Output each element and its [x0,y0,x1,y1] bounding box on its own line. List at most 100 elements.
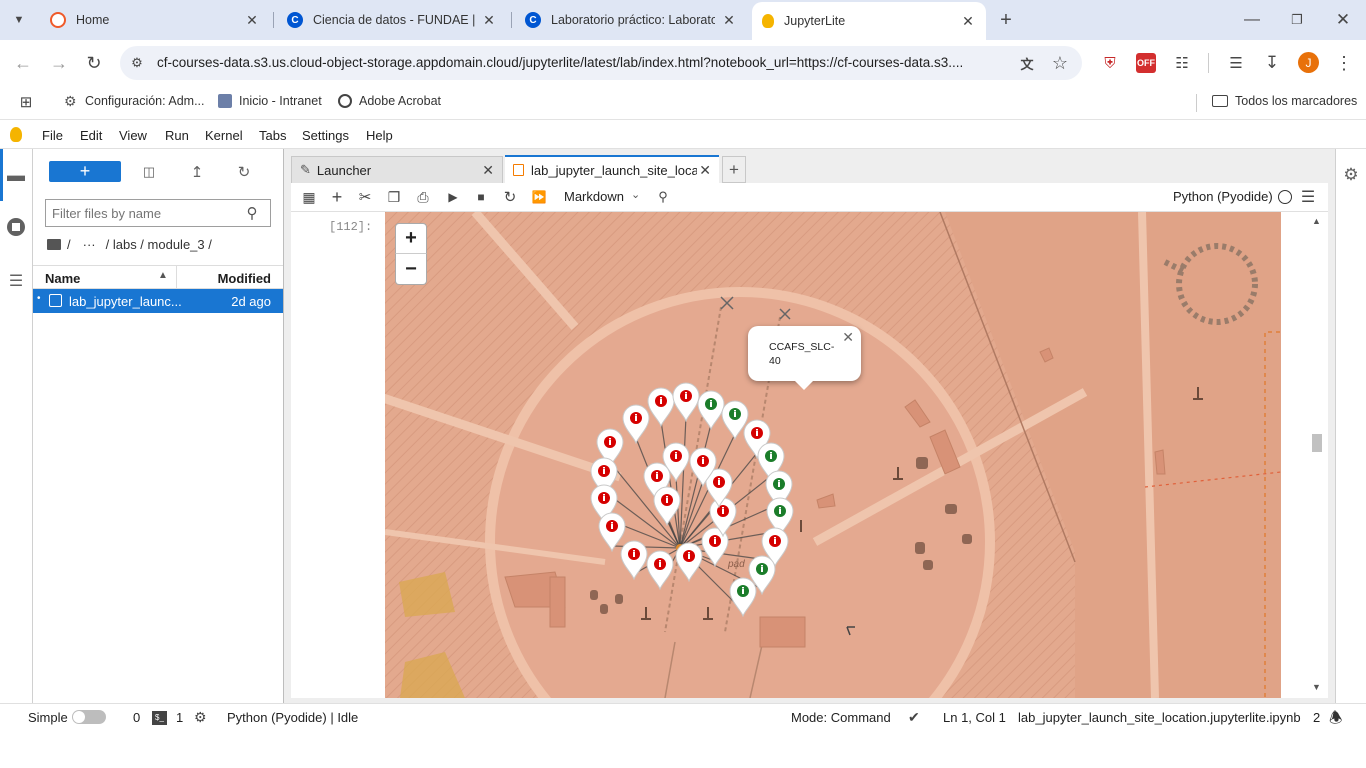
menu-settings[interactable]: Settings [302,128,349,143]
chrome-menu-icon[interactable]: ⋮ [1334,53,1354,73]
folium-map[interactable]: pad + − ✕ CCAFS_SLC-40 [385,212,1281,698]
zoom-out-button[interactable]: − [395,254,427,285]
all-bookmarks[interactable]: Todos los marcadores [1212,94,1357,108]
close-icon[interactable]: ✕ [244,12,260,29]
run-all-icon[interactable]: ⏩ [531,188,547,206]
cut-icon[interactable]: ✂ [357,188,373,206]
copy-icon[interactable]: ❐ [386,188,402,206]
table-of-contents-icon[interactable]: ☰ [6,271,26,291]
window-close-icon[interactable]: ✕ [1333,10,1353,30]
menu-tabs[interactable]: Tabs [259,128,286,143]
browser-tab-fundae[interactable]: C Ciencia de datos - FUNDAE | Co ✕ [277,6,507,34]
breadcrumb: / ··· / labs / module_3 / [47,237,212,252]
failure-marker[interactable] [645,550,675,591]
breadcrumb-ellipsis[interactable]: ··· [83,237,96,252]
tab-launcher[interactable]: ✎ Launcher ✕ [291,156,503,183]
terminal-icon[interactable]: $_ [152,711,167,725]
success-marker[interactable] [728,577,758,618]
scroll-down-icon[interactable]: ▼ [1312,682,1321,692]
menu-kernel[interactable]: Kernel [205,128,243,143]
failure-marker[interactable] [652,486,682,527]
close-icon[interactable]: ✕ [481,12,497,29]
refresh-icon[interactable]: ↻ [235,163,253,181]
cursor-position[interactable]: Ln 1, Col 1 [943,710,1006,725]
scroll-thumb[interactable] [1312,434,1322,452]
site-info-icon[interactable]: ⚙ [128,54,146,72]
new-launcher-button[interactable]: + [49,161,121,182]
filter-files-field[interactable] [52,201,237,225]
off-extension-icon[interactable]: OFF [1136,53,1156,73]
translate-icon[interactable]: 文 [1017,54,1037,72]
upload-icon[interactable]: ↥ [188,163,206,181]
bookmark-intranet[interactable]: Inicio - Intranet [218,94,322,108]
bookmark-star-icon[interactable]: ☆ [1050,53,1070,73]
property-inspector-gear-icon[interactable]: ⚙ [1341,165,1361,185]
minimize-icon[interactable]: — [1242,10,1262,30]
breadcrumb-path[interactable]: / labs / module_3 / [106,237,212,252]
stop-icon[interactable]: ■ [473,188,489,206]
menu-run[interactable]: Run [165,128,189,143]
kernel-chip-icon[interactable]: ⚙ [194,709,207,726]
run-icon[interactable]: ▶ [445,188,461,206]
browser-tab-home[interactable]: Home ✕ [40,6,270,34]
file-list-item[interactable]: • lab_jupyter_launc... 2d ago [33,289,283,313]
restore-icon[interactable]: ❐ [1287,10,1307,30]
file-modified: 2d ago [231,294,271,309]
file-filter-input[interactable]: ⚲ [45,199,271,227]
close-icon[interactable]: ✕ [842,330,854,344]
trusted-shield-icon[interactable]: ✔ [908,709,920,726]
profile-avatar[interactable]: J [1298,52,1319,73]
media-control-icon[interactable]: ☰ [1226,53,1246,73]
download-icon[interactable]: ↧ [1262,53,1282,73]
mcafee-extension-icon[interactable]: ⛨ [1100,53,1120,73]
tab-search-icon[interactable]: ▼ [8,10,30,30]
gear-icon: ⚙ [64,93,77,109]
address-bar[interactable]: ⚙ cf-courses-data.s3.us.cloud-object-sto… [120,46,1082,80]
url-text[interactable]: cf-courses-data.s3.us.cloud-object-stora… [157,55,1005,70]
back-arrow-icon[interactable]: ← [12,52,34,74]
menu-edit[interactable]: Edit [80,128,102,143]
menu-help[interactable]: Help [366,128,393,143]
scroll-up-icon[interactable]: ▲ [1312,216,1321,226]
kernel-status[interactable]: Python (Pyodide) | Idle [227,710,358,725]
folder-icon[interactable] [47,239,61,250]
running-sessions-icon[interactable] [6,217,26,237]
menu-file[interactable]: File [42,128,63,143]
close-icon[interactable]: ✕ [721,12,737,29]
menu-icon[interactable]: ☰ [1299,188,1317,206]
cell-type-select[interactable]: Markdown [564,189,624,204]
add-tab-button[interactable]: + [722,156,746,183]
tab-label: lab_jupyter_launch_site_locat [531,162,698,178]
close-icon[interactable]: ✕ [482,162,494,179]
folder-icon[interactable]: ▬ [6,165,26,185]
apps-grid-icon[interactable]: ⊞ [16,92,36,112]
failure-marker[interactable] [688,447,718,488]
breadcrumb-root[interactable]: / [67,237,71,252]
column-modified-header[interactable]: Modified [218,271,271,286]
close-icon[interactable]: ✕ [960,13,976,30]
bookmark-configuracion[interactable]: ⚙ Configuración: Adm... [64,94,205,108]
paste-icon[interactable]: ⎙ [415,188,431,206]
tab-notebook[interactable]: lab_jupyter_launch_site_locat ✕ [505,155,719,183]
extensions-puzzle-icon[interactable]: ☷ [1172,53,1192,73]
new-tab-button[interactable]: + [994,8,1018,32]
browser-tab-laboratorio[interactable]: C Laboratorio práctico: Laborator ✕ [515,6,747,34]
simple-mode-toggle[interactable] [72,710,106,724]
bell-icon[interactable]: 🕭 [1329,708,1342,733]
reload-icon[interactable]: ↻ [83,52,105,74]
restart-icon[interactable]: ↻ [502,188,518,206]
menu-view[interactable]: View [119,128,147,143]
location-pin-icon[interactable]: ⚲ [655,188,671,206]
kernel-name[interactable]: Python (Pyodide) [1173,189,1273,204]
browser-tab-jupyterlite[interactable]: JupyterLite ✕ [752,2,986,40]
chevron-down-icon[interactable]: ⌄ [631,188,640,201]
new-folder-icon[interactable]: ◫ [140,163,158,181]
save-icon[interactable]: ▦ [301,189,317,205]
vertical-scrollbar[interactable]: ▲ ▼ [1310,212,1322,698]
bookmark-acrobat[interactable]: Adobe Acrobat [338,94,441,108]
insert-cell-icon[interactable]: + [329,187,345,207]
forward-arrow-icon[interactable]: → [48,52,70,74]
column-name-header[interactable]: Name [45,271,80,286]
close-icon[interactable]: ✕ [699,162,711,179]
zoom-in-button[interactable]: + [395,223,427,254]
